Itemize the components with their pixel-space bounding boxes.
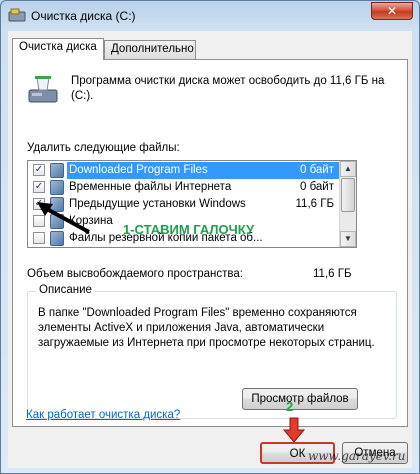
close-button[interactable]: ✕ — [371, 2, 413, 20]
file-name: Downloaded Program Files — [69, 164, 208, 176]
checkbox[interactable]: ✓ — [33, 181, 45, 193]
file-size: 11,6 ГБ — [295, 198, 335, 210]
scroll-thumb[interactable] — [341, 178, 355, 212]
window-title: Очистка диска (C:) — [31, 9, 136, 23]
list-scrollbar[interactable]: ▲ ▼ — [339, 161, 356, 247]
description-title: Описание — [36, 284, 95, 296]
description-text: В папке "Downloaded Program Files" време… — [38, 307, 375, 349]
file-size: 0 байт — [299, 181, 334, 193]
file-name: Временные файлы Интернета — [69, 181, 232, 193]
scroll-down-arrow-icon[interactable]: ▼ — [340, 231, 356, 247]
client-area: Очистка диска Дополнительно Программа оч… — [8, 31, 412, 468]
disk-cleanup-app-icon — [28, 76, 58, 103]
annotation-step-2: 2 — [286, 399, 294, 414]
tab-panel: Программа очистки диска может освободить… — [12, 59, 408, 427]
list-item-body: Предыдущие установки Windows 11,6 ГБ — [67, 196, 340, 213]
scroll-up-arrow-icon[interactable]: ▲ — [340, 161, 356, 177]
annotation-arrow-icon — [37, 202, 90, 234]
list-item[interactable]: ✓ Временные файлы Интернета 0 байт — [28, 179, 340, 196]
file-size: 0 байт — [299, 164, 334, 176]
checkbox[interactable]: ✓ — [33, 164, 45, 176]
red-down-arrow-icon — [282, 417, 306, 443]
tab-more-options[interactable]: Дополнительно — [104, 40, 196, 60]
space-freed-label: Объем высвобождаемого пространства: — [27, 268, 243, 280]
disk-cleanup-icon — [8, 8, 26, 22]
internet-files-icon — [50, 180, 64, 195]
disk-cleanup-window: Очистка диска (C:) ✕ Очистка диска Допол… — [0, 0, 420, 474]
view-files-button[interactable]: Просмотр файлов — [242, 388, 358, 410]
list-item[interactable]: ✓ Downloaded Program Files 0 байт — [28, 162, 340, 179]
space-freed-value: 11,6 ГБ — [313, 268, 352, 280]
list-item-body: Временные файлы Интернета 0 байт — [67, 179, 340, 196]
annotation-step-1: 1-СТАВИМ ГАЛОЧКУ — [123, 222, 255, 237]
list-item-highlight: Downloaded Program Files 0 байт — [67, 162, 340, 179]
files-to-delete-label: Удалить следующие файлы: — [27, 142, 180, 154]
help-link[interactable]: Как работает очистка диска? — [26, 409, 180, 421]
file-name: Предыдущие установки Windows — [69, 198, 246, 210]
watermark-text: www.garayev.ru — [308, 449, 406, 463]
description-groupbox: Описание В папке "Downloaded Program Fil… — [27, 284, 397, 419]
intro-text: Программа очистки диска может освободить… — [71, 75, 385, 102]
title-bar[interactable]: Очистка диска (C:) ✕ — [1, 1, 419, 31]
folder-icon — [50, 163, 64, 178]
tab-disk-cleanup[interactable]: Очистка диска — [12, 38, 104, 60]
